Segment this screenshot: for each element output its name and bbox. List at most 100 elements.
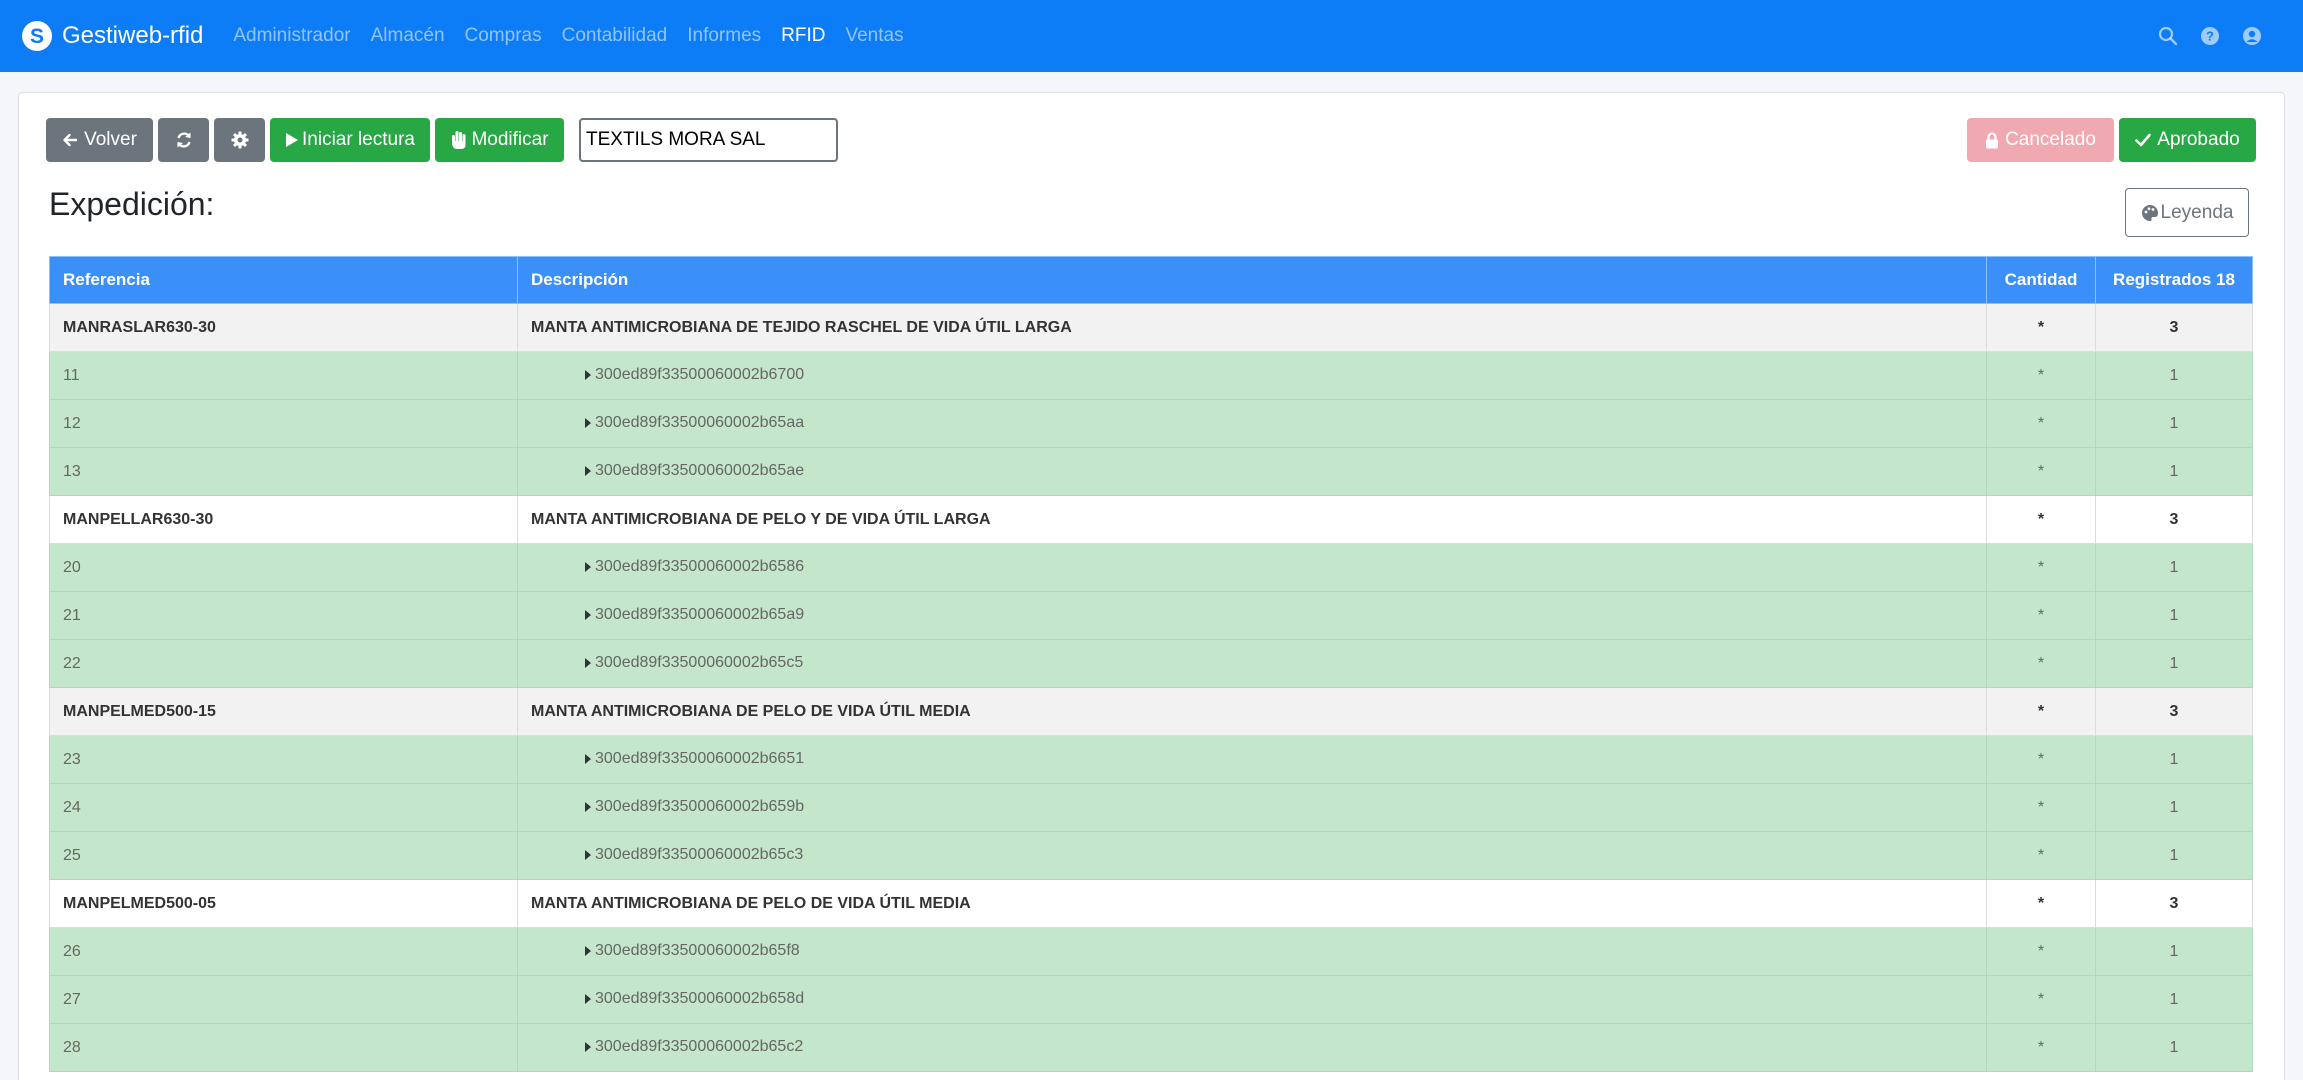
table-row-tag[interactable]: 13 300ed89f33500060002b65ae * 1 (49, 447, 2253, 496)
palette-icon (2141, 204, 2158, 221)
epc-code: 300ed89f33500060002b65a9 (595, 606, 805, 623)
arrow-left-icon (63, 133, 78, 147)
search-icon[interactable] (2157, 25, 2179, 47)
table-row-tag[interactable]: 26 300ed89f33500060002b65f8 * 1 (49, 927, 2253, 976)
caret-right-icon[interactable] (585, 802, 591, 812)
column-header-registered[interactable]: Registrados 18 (2095, 256, 2253, 304)
item-number-cell: 22 (49, 639, 518, 688)
table-row-tag[interactable]: 23 300ed89f33500060002b6651 * 1 (49, 735, 2253, 784)
table-row-tag[interactable]: 22 300ed89f33500060002b65c5 * 1 (49, 639, 2253, 688)
settings-button[interactable] (214, 118, 265, 162)
nav-item-ventas[interactable]: Ventas (845, 25, 903, 47)
start-reading-button[interactable]: Iniciar lectura (270, 118, 430, 162)
nav-item-compras[interactable]: Compras (465, 25, 542, 47)
epc-cell: 300ed89f33500060002b65c5 (517, 639, 1987, 688)
caret-right-icon[interactable] (585, 1042, 591, 1052)
table-row-group[interactable]: MANRASLAR630-30 MANTA ANTIMICROBIANA DE … (49, 303, 2253, 352)
item-number-cell: 26 (49, 927, 518, 976)
table-row-group[interactable]: MANPELLAR630-30 MANTA ANTIMICROBIANA DE … (49, 495, 2253, 544)
brand[interactable]: S Gestiweb-rfid (22, 21, 203, 51)
svg-text:?: ? (2206, 29, 2214, 44)
epc-code: 300ed89f33500060002b65c3 (595, 846, 804, 863)
check-icon (2135, 133, 2152, 147)
item-number-cell: 11 (49, 351, 518, 400)
caret-right-icon[interactable] (585, 562, 591, 572)
caret-right-icon[interactable] (585, 754, 591, 764)
nav-item-informes[interactable]: Informes (687, 25, 761, 47)
registered-cell: 3 (2095, 495, 2253, 544)
table-row-tag[interactable]: 24 300ed89f33500060002b659b * 1 (49, 783, 2253, 832)
caret-right-icon[interactable] (585, 418, 591, 428)
registered-cell: 1 (2095, 975, 2253, 1024)
column-header-description[interactable]: Descripción (517, 256, 1987, 304)
table-row-tag[interactable]: 27 300ed89f33500060002b658d * 1 (49, 975, 2253, 1024)
column-header-reference[interactable]: Referencia (49, 256, 518, 304)
quantity-cell: * (1986, 975, 2096, 1024)
caret-right-icon[interactable] (585, 466, 591, 476)
epc-code: 300ed89f33500060002b6700 (595, 366, 805, 383)
page-title: Expedición: (49, 186, 215, 222)
caret-right-icon[interactable] (585, 610, 591, 620)
quantity-cell: * (1986, 1023, 2096, 1072)
item-number-cell: 28 (49, 1023, 518, 1072)
user-icon[interactable] (2241, 25, 2263, 47)
caret-right-icon[interactable] (585, 658, 591, 668)
registered-cell: 1 (2095, 1023, 2253, 1072)
back-button[interactable]: Volver (46, 118, 153, 162)
caret-right-icon[interactable] (585, 946, 591, 956)
nav-actions: ? (2157, 0, 2263, 72)
brand-name: Gestiweb-rfid (62, 22, 204, 49)
table-row-tag[interactable]: 21 300ed89f33500060002b65a9 * 1 (49, 591, 2253, 640)
nav-item-rfid[interactable]: RFID (781, 25, 825, 47)
table-row-tag[interactable]: 28 300ed89f33500060002b65c2 * 1 (49, 1023, 2253, 1072)
refresh-button[interactable] (158, 118, 209, 162)
quantity-cell: * (1986, 639, 2096, 688)
play-icon (286, 133, 298, 147)
description-cell: MANTA ANTIMICROBIANA DE PELO DE VIDA ÚTI… (517, 879, 1987, 928)
epc-code: 300ed89f33500060002b65ae (595, 462, 805, 479)
approved-button[interactable]: Aprobado (2119, 118, 2256, 162)
lock-icon (1986, 131, 1999, 148)
registered-cell: 3 (2095, 687, 2253, 736)
epc-cell: 300ed89f33500060002b65ae (517, 447, 1987, 496)
table-row-tag[interactable]: 11 300ed89f33500060002b6700 * 1 (49, 351, 2253, 400)
nav-item-administrador[interactable]: Administrador (233, 25, 350, 47)
item-number-cell: 23 (49, 735, 518, 784)
nav-item-contabilidad[interactable]: Contabilidad (562, 25, 668, 47)
client-name-field[interactable] (579, 118, 838, 162)
nav-item-almacen[interactable]: Almacén (371, 25, 445, 47)
caret-right-icon[interactable] (585, 370, 591, 380)
caret-right-icon[interactable] (585, 850, 591, 860)
quantity-cell: * (1986, 687, 2096, 736)
table-row-tag[interactable]: 20 300ed89f33500060002b6586 * 1 (49, 543, 2253, 592)
item-number-cell: 13 (49, 447, 518, 496)
legend-label: Leyenda (2160, 201, 2234, 223)
registered-cell: 1 (2095, 351, 2253, 400)
registered-cell: 3 (2095, 879, 2253, 928)
epc-cell: 300ed89f33500060002b65f8 (517, 927, 1987, 976)
table-row-tag[interactable]: 12 300ed89f33500060002b65aa * 1 (49, 399, 2253, 448)
approved-label: Aprobado (2157, 129, 2240, 150)
caret-right-icon[interactable] (585, 994, 591, 1004)
epc-code: 300ed89f33500060002b6586 (595, 558, 805, 575)
epc-cell: 300ed89f33500060002b6651 (517, 735, 1987, 784)
start-reading-label: Iniciar lectura (302, 129, 415, 150)
brand-logo-letter: S (29, 24, 44, 48)
epc-cell: 300ed89f33500060002b65c2 (517, 1023, 1987, 1072)
epc-code: 300ed89f33500060002b658d (595, 990, 805, 1007)
table-row-tag[interactable]: 25 300ed89f33500060002b65c3 * 1 (49, 831, 2253, 880)
cancelled-label: Cancelado (2005, 129, 2096, 150)
column-header-quantity[interactable]: Cantidad (1986, 256, 2096, 304)
reference-cell: MANPELMED500-05 (49, 879, 518, 928)
epc-cell: 300ed89f33500060002b6700 (517, 351, 1987, 400)
modify-button[interactable]: Modificar (435, 118, 564, 162)
table-row-group[interactable]: MANPELMED500-15 MANTA ANTIMICROBIANA DE … (49, 687, 2253, 736)
legend-button[interactable]: Leyenda (2125, 188, 2249, 237)
registered-cell: 1 (2095, 543, 2253, 592)
item-number-cell: 27 (49, 975, 518, 1024)
quantity-cell: * (1986, 831, 2096, 880)
item-number-cell: 24 (49, 783, 518, 832)
table-row-group[interactable]: MANPELMED500-05 MANTA ANTIMICROBIANA DE … (49, 879, 2253, 928)
help-icon[interactable]: ? (2199, 25, 2221, 47)
cancelled-button[interactable]: Cancelado (1967, 118, 2114, 162)
